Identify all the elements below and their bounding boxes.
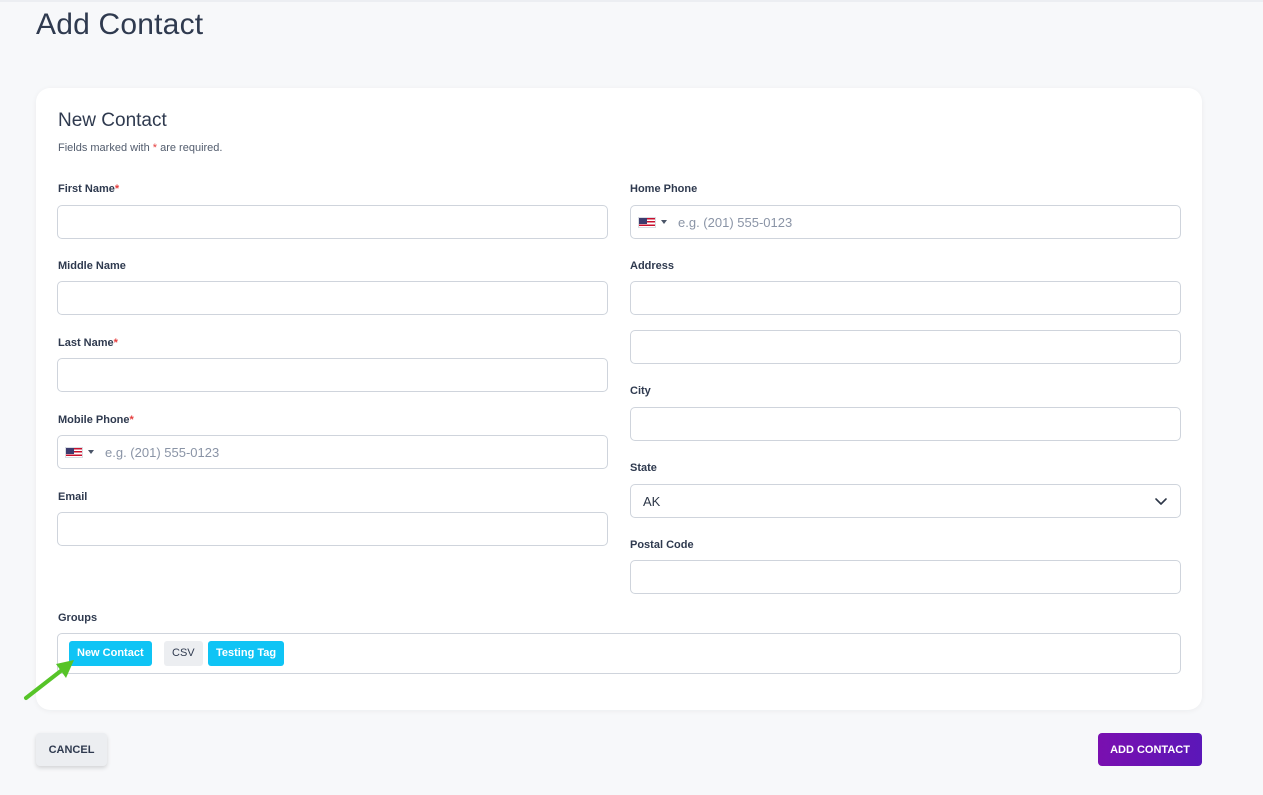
caret-down-icon [88,450,94,454]
us-flag-icon [65,446,83,458]
home-phone-input[interactable] [671,206,1171,238]
email-input[interactable] [57,512,608,546]
last-name-required-mark: * [113,337,118,349]
home-phone-country-selector[interactable] [638,206,672,238]
mobile-phone-required-mark: * [129,414,134,426]
state-select-value: AK [643,494,661,509]
group-tag-csv[interactable]: CSV [164,641,203,666]
postal-code-label: Postal Code [630,539,694,551]
groups-field[interactable]: New Contact CSV Testing Tag [57,633,1181,674]
middle-name-label: Middle Name [58,260,126,272]
mobile-phone-label-text: Mobile Phone [58,414,130,426]
first-name-label-text: First Name [58,183,115,195]
chevron-down-icon [1155,498,1167,505]
address-line2-input[interactable] [630,330,1181,364]
middle-name-input[interactable] [57,281,608,315]
group-tag-testing-tag[interactable]: Testing Tag [208,641,285,666]
cancel-button[interactable]: CANCEL [36,733,107,766]
group-tag-new-contact[interactable]: New Contact [69,641,152,666]
last-name-label: Last Name* [58,337,118,349]
first-name-label: First Name* [58,183,119,195]
home-phone-field [630,205,1181,239]
groups-label: Groups [58,612,98,624]
required-note-suffix: are required. [157,142,223,154]
last-name-label-text: Last Name [58,337,114,349]
home-phone-label: Home Phone [630,183,698,195]
new-contact-card: New Contact Fields marked with * are req… [36,88,1202,710]
address-line1-input[interactable] [630,281,1181,315]
first-name-required-mark: * [114,183,120,195]
caret-down-icon [661,220,667,224]
us-flag-icon [638,216,656,228]
page-title: Add Contact [36,8,204,41]
address-label: Address [630,260,675,272]
mobile-phone-label: Mobile Phone* [58,414,134,426]
first-name-input[interactable] [57,205,608,239]
email-label: Email [58,491,88,503]
mobile-phone-country-selector[interactable] [65,436,99,468]
state-select[interactable]: AK [630,484,1181,518]
postal-code-input[interactable] [630,560,1181,594]
last-name-input[interactable] [57,358,608,392]
mobile-phone-field [57,435,608,469]
add-contact-button[interactable]: ADD CONTACT [1098,733,1202,766]
top-divider [0,0,1263,2]
annotation-arrow-icon [24,660,74,700]
card-title: New Contact [58,110,167,131]
required-note: Fields marked with * are required. [58,142,222,154]
mobile-phone-input[interactable] [98,436,598,468]
city-label: City [630,385,651,397]
required-note-prefix: Fields marked with [58,142,153,154]
state-label: State [630,462,657,474]
city-input[interactable] [630,407,1181,441]
